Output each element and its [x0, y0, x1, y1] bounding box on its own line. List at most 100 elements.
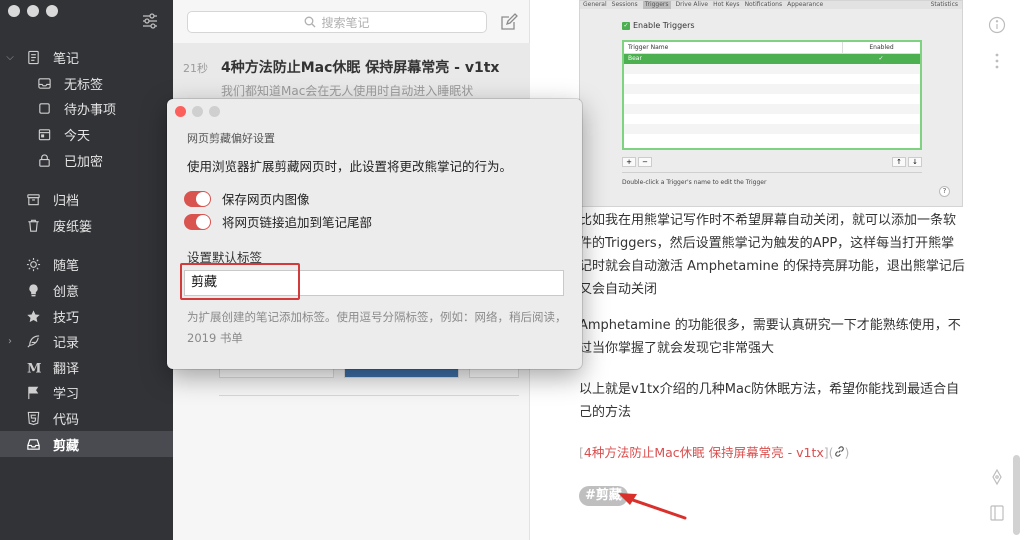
toggle-switch[interactable]	[184, 213, 211, 230]
html5-icon	[25, 411, 41, 427]
sidebar-item-13[interactable]: 代码	[0, 406, 173, 432]
disclosure-chevron-icon[interactable]: ›	[5, 336, 15, 347]
sidebar-item-10[interactable]: › 记录	[0, 329, 173, 355]
note-time: 21秒	[183, 62, 208, 75]
sidebar-item-11[interactable]: M 翻译	[0, 355, 173, 381]
note-title: 4种方法防止Mac休眠 保持屏幕常亮 - v1tx	[221, 60, 500, 76]
note-list-item[interactable]: 21秒 4种方法防止Mac休眠 保持屏幕常亮 - v1tx 我们都知道Mac会在…	[173, 43, 530, 103]
medium-icon: M	[25, 359, 41, 375]
sidebar-item-3[interactable]: 今天	[0, 122, 173, 148]
window-controls	[8, 5, 58, 17]
search-icon	[305, 16, 316, 28]
divider	[219, 395, 519, 396]
link-icon	[834, 445, 845, 460]
toggle-label: 将网页链接追加到笔记尾部	[222, 215, 373, 230]
default-tag-input[interactable]: 剪藏	[184, 270, 564, 296]
table-row	[624, 114, 920, 124]
screenshot-add-remove: + −	[622, 157, 652, 167]
table-row	[624, 104, 920, 114]
sidebar-item-4[interactable]: 已加密	[0, 147, 173, 173]
link-bracket: )	[844, 445, 850, 460]
link-bracket: ](	[823, 445, 834, 460]
sidebar: ⌵ 笔记 无标签待办事项今天已加密归档废纸篓随笔创意技巧 › 记录 M 翻译学习代码 剪藏	[0, 0, 173, 540]
dialog-close-button[interactable]	[175, 106, 186, 117]
dialog-minimize-button[interactable]	[192, 106, 203, 117]
sidebar-item-0[interactable]: ⌵ 笔记	[0, 45, 173, 71]
sidebar-item-14[interactable]: 剪藏	[0, 431, 173, 457]
more-options-icon[interactable]	[988, 52, 1006, 70]
sidebar-item-label: 已加密	[64, 154, 104, 170]
sidebar-item-label: 创意	[53, 285, 80, 301]
save-images-toggle[interactable]: 保存网页内图像	[184, 189, 310, 208]
compose-icon[interactable]	[499, 12, 519, 32]
dialog-window-controls	[175, 106, 220, 117]
column-trigger-name: Trigger Name	[628, 44, 669, 51]
screenshot-enable-row: ✓ Enable Triggers	[622, 21, 695, 30]
calendar-icon	[36, 127, 52, 143]
sidebar-list: ⌵ 笔记 无标签待办事项今天已加密归档废纸篓随笔创意技巧 › 记录 M 翻译学习代码 剪藏	[0, 45, 173, 457]
screenshot-help-icon: ?	[939, 186, 950, 197]
dialog-description: 使用浏览器扩展剪藏网页时，此设置将更改熊掌记的行为。	[187, 159, 513, 174]
sidebar-item-label: 翻译	[53, 361, 80, 377]
disclosure-chevron-icon[interactable]: ⌵	[5, 52, 15, 63]
embedded-screenshot: General Sessions Triggers Drive Alive Hot Ke…	[579, 0, 963, 207]
toggle-switch[interactable]	[184, 190, 211, 207]
sidebar-item-1[interactable]: 无标签	[0, 71, 173, 97]
screenshot-up-button: ↑	[892, 157, 906, 167]
table-row	[624, 64, 920, 74]
paragraph: Amphetamine 的功能很多，需要认真研究一下才能熟练使用，不过当你掌握了…	[579, 318, 961, 356]
screenshot-tab: General	[583, 1, 607, 8]
checkbox-icon	[36, 101, 52, 117]
sidebar-item-label: 废纸篓	[53, 219, 93, 235]
screenshot-hint: Double-click a Trigger's name to edit th…	[622, 179, 767, 186]
default-tag-label: 设置默认标签	[187, 250, 263, 265]
screenshot-add-button: +	[622, 157, 636, 167]
table-row	[624, 124, 920, 134]
row-name: Bear	[628, 55, 642, 62]
append-link-toggle[interactable]: 将网页链接追加到笔记尾部	[184, 212, 372, 231]
screenshot-enable-label: Enable Triggers	[633, 21, 695, 30]
sidebar-item-12[interactable]: 学习	[0, 380, 173, 406]
sidebar-item-label: 今天	[64, 129, 91, 145]
sidebar-item-label: 待办事项	[64, 103, 117, 119]
table-row	[624, 134, 920, 144]
note-link[interactable]: [4种方法防止Mac休眠 保持屏幕常亮 - v1tx]()	[579, 442, 849, 461]
table-row	[624, 94, 920, 104]
minimize-window-button[interactable]	[27, 5, 39, 17]
bulb-icon	[25, 283, 41, 299]
sidebar-item-7[interactable]: 随笔	[0, 252, 173, 278]
sidebar-item-label: 归档	[53, 194, 80, 210]
filter-settings-icon[interactable]	[141, 12, 159, 30]
screenshot-move-buttons: ↑ ↓	[892, 157, 922, 167]
screenshot-statistics: Statistics	[930, 1, 958, 8]
screenshot-down-button: ↓	[908, 157, 922, 167]
screenshot-tab: Drive Alive	[675, 1, 709, 8]
web-clipper-preferences-dialog: 网页剪藏偏好设置 使用浏览器扩展剪藏网页时，此设置将更改熊掌记的行为。 保存网页…	[167, 99, 582, 369]
screenshot-tab: Triggers	[642, 1, 671, 9]
sidebar-item-2[interactable]: 待办事项	[0, 96, 173, 122]
annotation-arrow-icon	[618, 493, 687, 520]
sidebar-item-5[interactable]: 归档	[0, 187, 173, 213]
sidebar-item-8[interactable]: 创意	[0, 278, 173, 304]
sidebar-item-label: 技巧	[53, 310, 80, 326]
info-icon[interactable]	[988, 16, 1006, 34]
book-icon[interactable]	[988, 504, 1006, 522]
search-placeholder: 搜索笔记	[321, 15, 370, 30]
paragraph: 以上就是v1tx介绍的几种Mac防休眠方法，希望你能找到最适合自己的方法	[579, 382, 960, 420]
zoom-window-button[interactable]	[46, 5, 58, 17]
star-icon	[25, 308, 41, 324]
screenshot-table: Trigger Name Enabled Bear ✓	[622, 40, 922, 150]
dialog-title: 网页剪藏偏好设置	[187, 132, 275, 145]
screenshot-tab: Sessions	[611, 1, 638, 8]
sidebar-item-9[interactable]: 技巧	[0, 303, 173, 329]
table-row	[624, 84, 920, 94]
pen-icon[interactable]	[988, 468, 1006, 486]
sidebar-item-label: 学习	[53, 387, 80, 403]
search-input[interactable]: 搜索笔记	[187, 11, 487, 33]
dialog-zoom-button[interactable]	[209, 106, 220, 117]
lock-icon	[36, 152, 52, 168]
close-window-button[interactable]	[8, 5, 20, 17]
scrollbar[interactable]	[1013, 455, 1020, 535]
screenshot-tab: Notifications	[744, 1, 783, 8]
sidebar-item-6[interactable]: 废纸篓	[0, 213, 173, 239]
